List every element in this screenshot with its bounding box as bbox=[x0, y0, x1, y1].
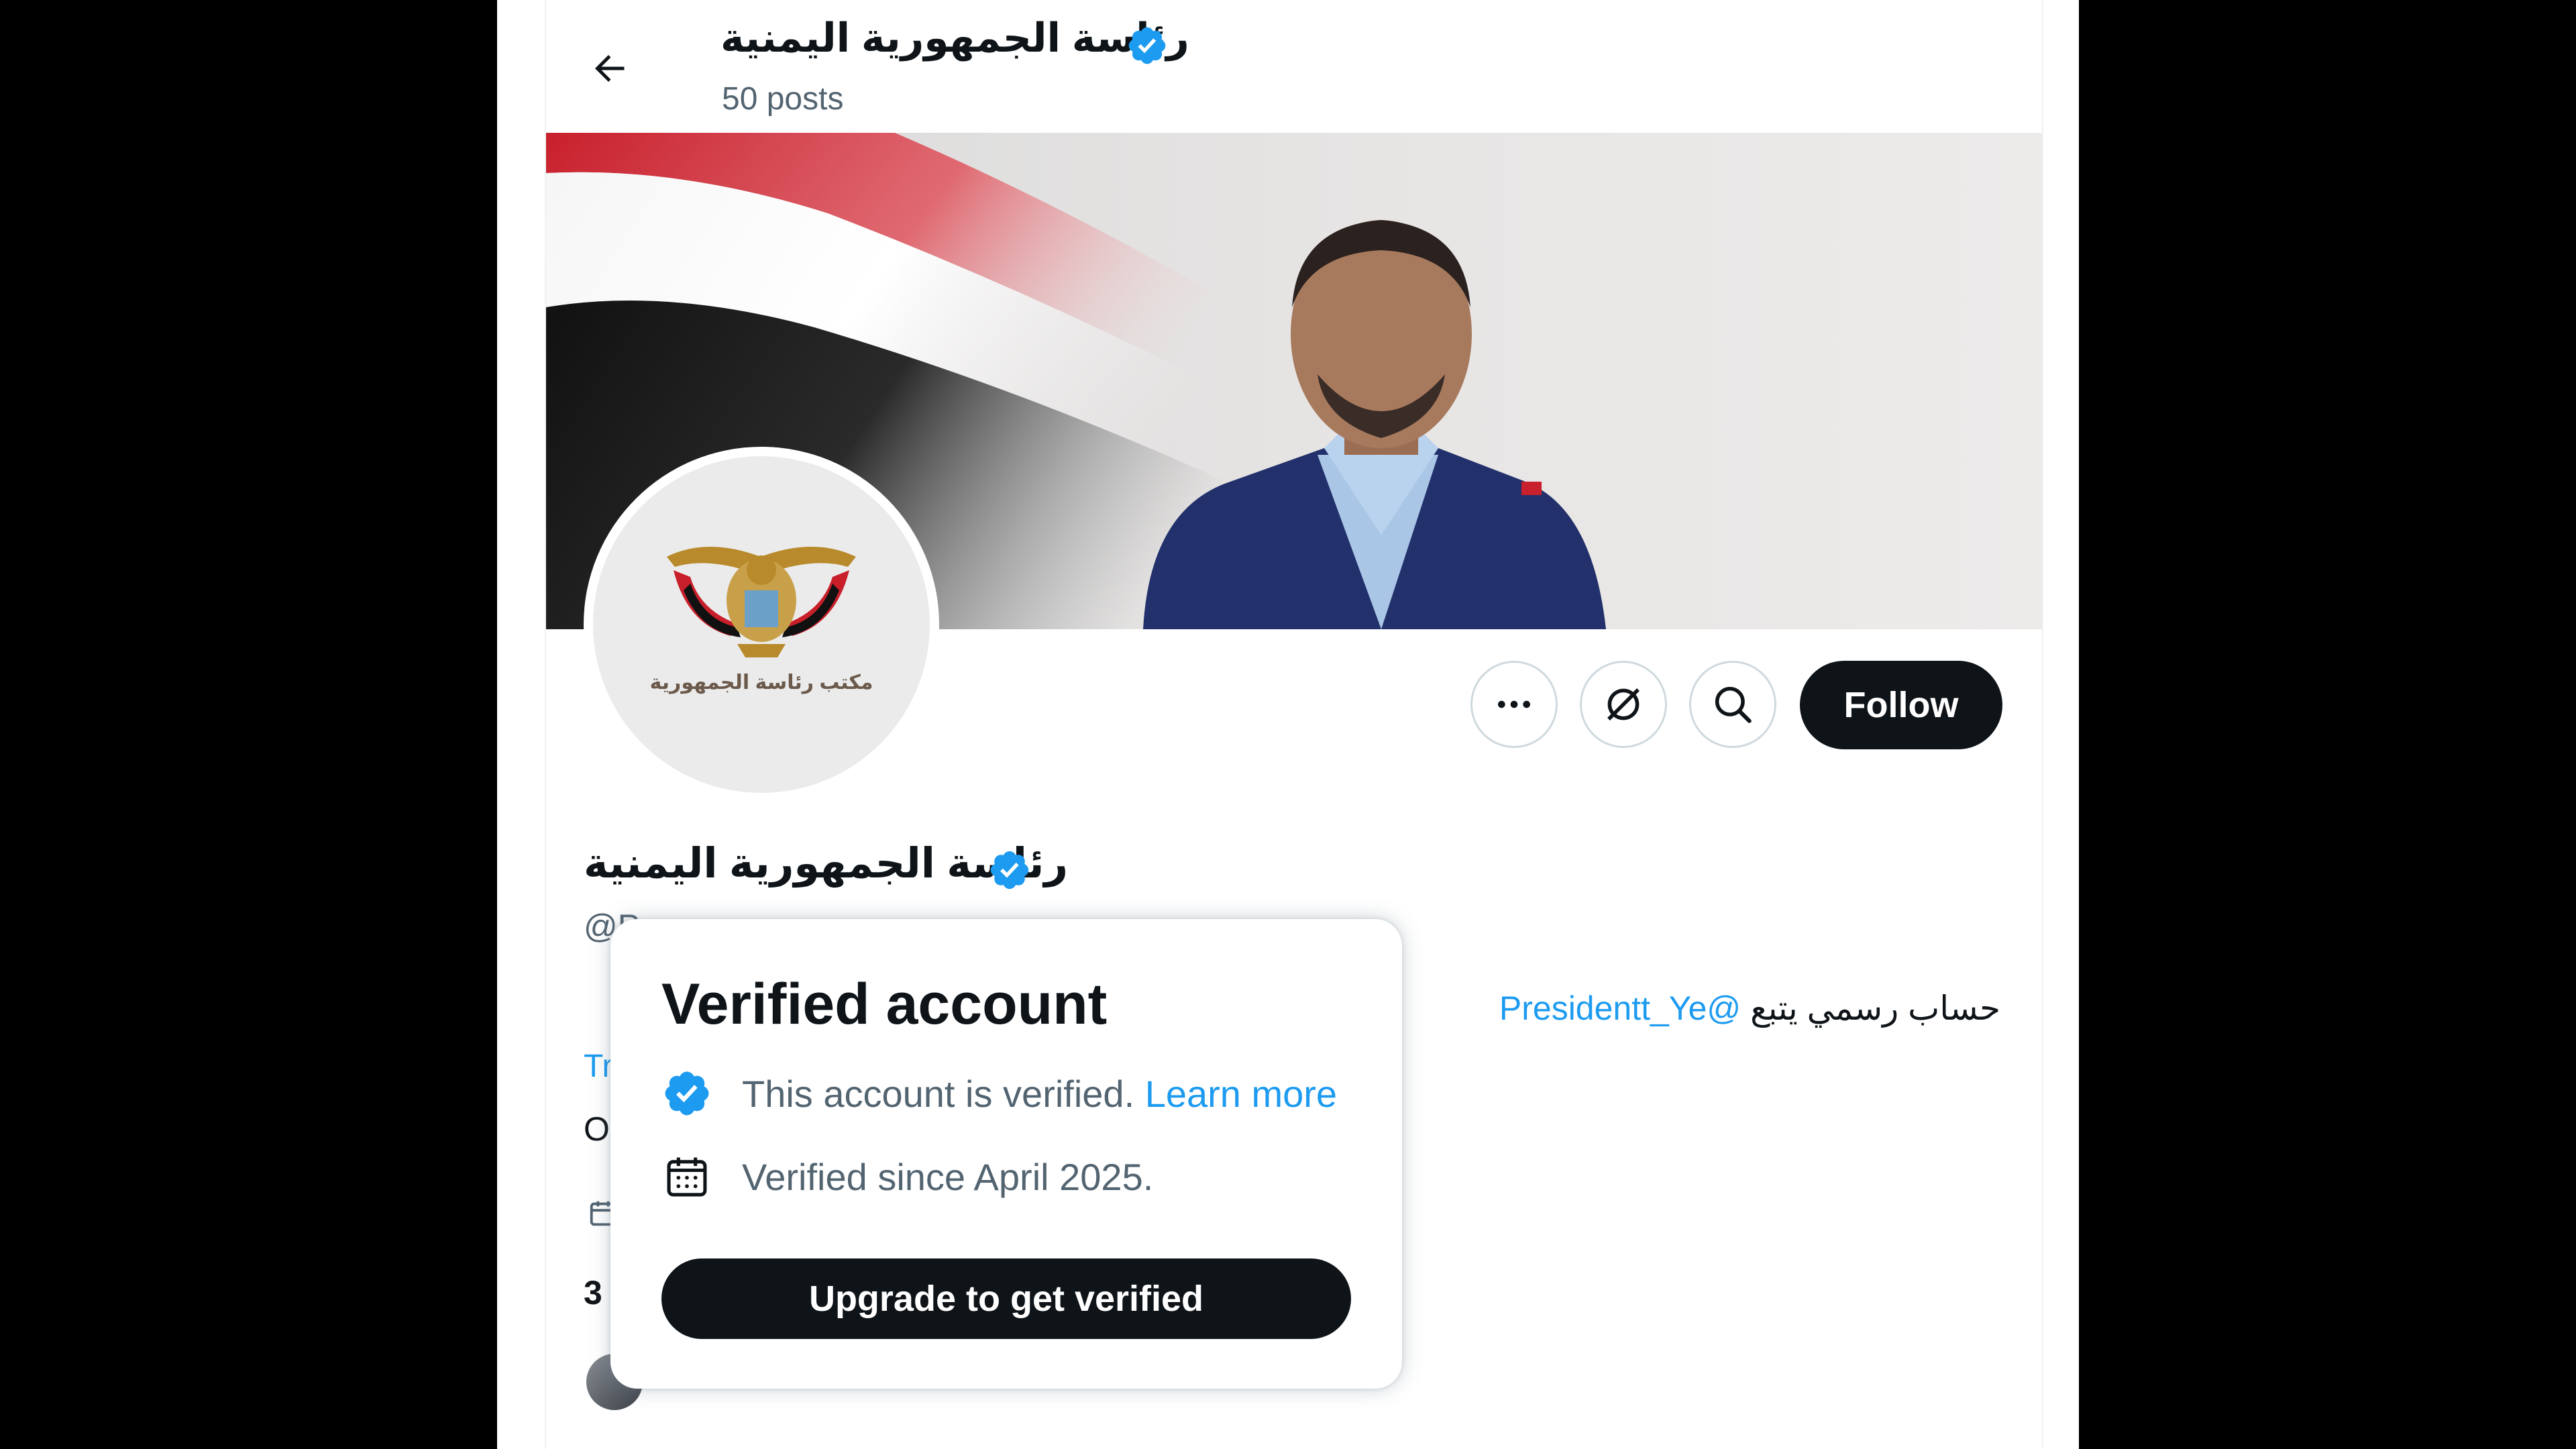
avatar-caption: مكتب رئاسة الجمهورية bbox=[649, 672, 873, 694]
verified-since-row: Verified since April 2025. bbox=[661, 1151, 1153, 1202]
profile-meta-text: O bbox=[584, 1110, 610, 1148]
eagle-emblem-icon bbox=[667, 547, 856, 657]
calendar-icon bbox=[667, 1157, 707, 1197]
upgrade-to-get-verified-button[interactable]: Upgrade to get verified bbox=[661, 1258, 1351, 1339]
popup-title: Verified account bbox=[661, 972, 1108, 1036]
verified-status-label: This account is verified. bbox=[742, 1072, 1135, 1115]
grok-button[interactable] bbox=[1580, 661, 1667, 748]
verified-account-popup: Verified account This account is verifie… bbox=[610, 919, 1402, 1389]
arrow-left-icon bbox=[595, 55, 625, 82]
profile-bio: حساب رسمي يتبع @Presidentt_Ye bbox=[1499, 989, 2000, 1028]
translate-bio-link[interactable]: Tr bbox=[584, 1048, 613, 1085]
more-button[interactable] bbox=[1470, 661, 1558, 748]
verified-badge-icon[interactable] bbox=[987, 848, 1032, 892]
verified-since-text: Verified since April 2025. bbox=[742, 1155, 1154, 1198]
grok-icon bbox=[1607, 688, 1640, 720]
bio-text: حساب رسمي يتبع bbox=[1750, 989, 2000, 1027]
verified-status-row: This account is verified. Learn more bbox=[661, 1068, 1337, 1119]
verified-badge-icon[interactable] bbox=[1126, 24, 1169, 67]
verified-badge-icon bbox=[665, 1071, 709, 1116]
learn-more-link[interactable]: Learn more bbox=[1145, 1073, 1337, 1115]
column-border-right bbox=[2042, 0, 2043, 1449]
post-count: 50 posts bbox=[722, 81, 844, 117]
profile-avatar[interactable]: مكتب رئاسة الجمهورية bbox=[584, 447, 939, 802]
follow-button[interactable]: Follow bbox=[1800, 661, 2002, 749]
more-icon bbox=[1498, 700, 1530, 708]
avatar-emblem: مكتب رئاسة الجمهورية bbox=[593, 456, 930, 793]
following-count[interactable]: 3 bbox=[584, 1273, 602, 1312]
header-name: رئاسة الجمهورية اليمنية bbox=[720, 15, 1189, 60]
verified-status-text: This account is verified. Learn more bbox=[742, 1072, 1337, 1116]
search-icon bbox=[1715, 686, 1752, 723]
search-profile-button[interactable] bbox=[1689, 661, 1776, 748]
back-button[interactable] bbox=[582, 42, 636, 95]
bio-mention-link[interactable]: @Presidentt_Ye bbox=[1499, 989, 1741, 1027]
